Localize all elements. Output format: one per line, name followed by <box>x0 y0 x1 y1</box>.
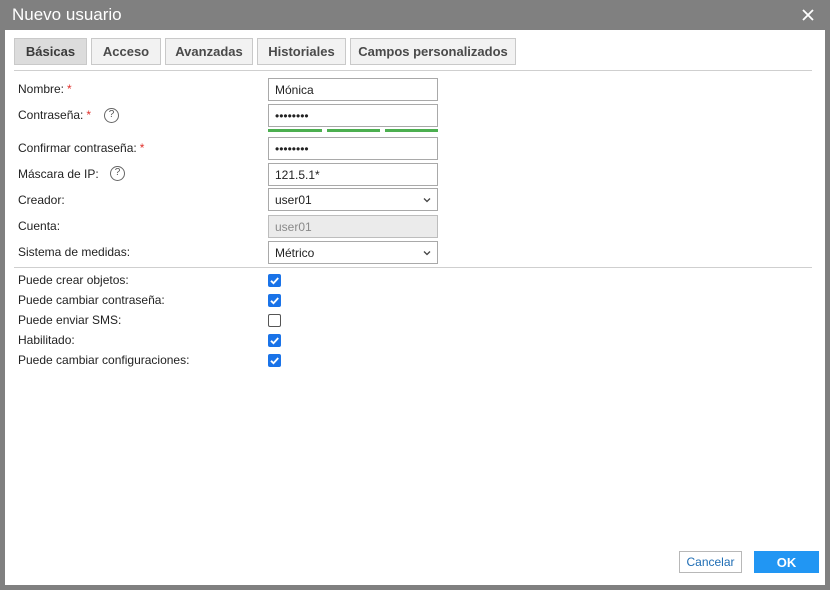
can-send-sms-checkbox[interactable] <box>268 314 281 327</box>
creator-select[interactable]: user01 <box>268 188 438 211</box>
can-change-password-checkbox[interactable] <box>268 294 281 307</box>
new-user-dialog: Nuevo usuario Básicas Acceso Avanzadas H… <box>0 0 830 590</box>
password-strength-bar-3 <box>385 129 438 132</box>
required-marker: * <box>67 82 72 96</box>
close-icon[interactable] <box>798 5 818 25</box>
measurement-system-label: Sistema de medidas: <box>18 245 131 259</box>
password-label: Contraseña: * <box>18 108 92 122</box>
can-send-sms-label: Puede enviar SMS: <box>18 313 122 327</box>
check-icon <box>270 357 279 365</box>
ip-mask-field[interactable]: 121.5.1* <box>268 163 438 186</box>
chevron-down-icon <box>423 198 431 203</box>
ok-button[interactable]: OK <box>754 551 819 573</box>
can-change-settings-label: Puede cambiar configuraciones: <box>18 353 190 367</box>
name-field[interactable]: Mónica <box>268 78 438 101</box>
tab-campos-personalizados[interactable]: Campos personalizados <box>350 38 516 65</box>
ip-mask-label: Máscara de IP: <box>18 167 99 181</box>
password-field[interactable]: •••••••• <box>268 104 438 127</box>
creator-select-value: user01 <box>275 192 312 207</box>
confirm-password-label: Confirmar contraseña: * <box>18 141 145 155</box>
cancel-button[interactable]: Cancelar <box>679 551 742 573</box>
tab-acceso[interactable]: Acceso <box>91 38 161 65</box>
ip-mask-help-icon[interactable]: ? <box>110 166 125 181</box>
tab-basicas[interactable]: Básicas <box>14 38 87 65</box>
tab-avanzadas[interactable]: Avanzadas <box>165 38 253 65</box>
password-strength-bar-2 <box>327 129 380 132</box>
section-divider <box>14 267 812 268</box>
check-icon <box>270 277 279 285</box>
can-create-objects-checkbox[interactable] <box>268 274 281 287</box>
check-icon <box>270 337 279 345</box>
confirm-password-field[interactable]: •••••••• <box>268 137 438 160</box>
tab-bar: Básicas Acceso Avanzadas Historiales Cam… <box>14 38 520 65</box>
name-label: Nombre: * <box>18 82 72 96</box>
dialog-body: Básicas Acceso Avanzadas Historiales Cam… <box>5 30 825 585</box>
dialog-title: Nuevo usuario <box>12 5 122 24</box>
required-marker: * <box>139 141 145 155</box>
password-strength-bar-1 <box>268 129 322 132</box>
can-create-objects-label: Puede crear objetos: <box>18 273 129 287</box>
enabled-label: Habilitado: <box>18 333 75 347</box>
enabled-checkbox[interactable] <box>268 334 281 347</box>
tab-historiales[interactable]: Historiales <box>257 38 346 65</box>
measurement-system-value: Métrico <box>275 245 315 260</box>
password-help-icon[interactable]: ? <box>104 108 119 123</box>
required-marker: * <box>86 108 92 122</box>
chevron-down-icon <box>423 251 431 256</box>
dialog-titlebar: Nuevo usuario <box>0 0 830 30</box>
creator-label: Creador: <box>18 193 65 207</box>
check-icon <box>270 297 279 305</box>
tab-divider <box>14 70 812 71</box>
can-change-password-label: Puede cambiar contraseña: <box>18 293 165 307</box>
can-change-settings-checkbox[interactable] <box>268 354 281 367</box>
account-label: Cuenta: <box>18 219 61 233</box>
account-field: user01 <box>268 215 438 238</box>
measurement-system-select[interactable]: Métrico <box>268 241 438 264</box>
